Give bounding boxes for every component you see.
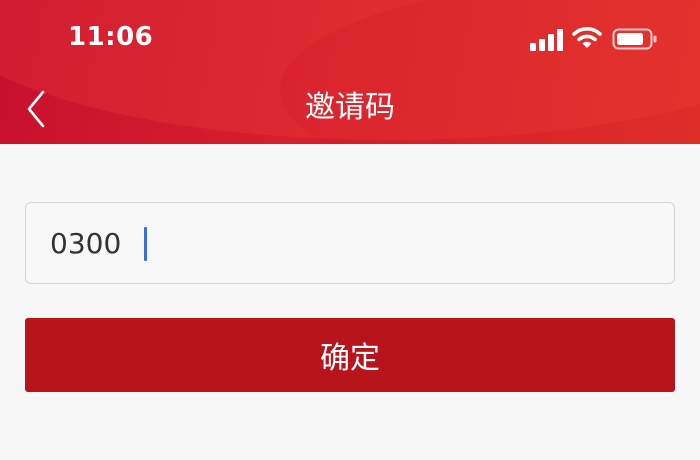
status-time: 11:06 — [68, 22, 154, 52]
text-caret — [144, 227, 147, 261]
status-bar: 11:06 — [0, 0, 700, 80]
nav-bar: 邀请码 — [0, 80, 700, 140]
wifi-icon — [572, 27, 602, 48]
app-header: 11:06 邀请码 — [0, 0, 700, 144]
invite-code-input[interactable] — [26, 203, 674, 283]
invite-code-field — [25, 202, 675, 284]
confirm-button[interactable]: 确定 — [25, 318, 675, 392]
main-content: 确定 — [0, 144, 700, 460]
page-title: 邀请码 — [305, 90, 395, 125]
battery-icon — [612, 28, 657, 50]
signal-icon — [530, 29, 564, 51]
